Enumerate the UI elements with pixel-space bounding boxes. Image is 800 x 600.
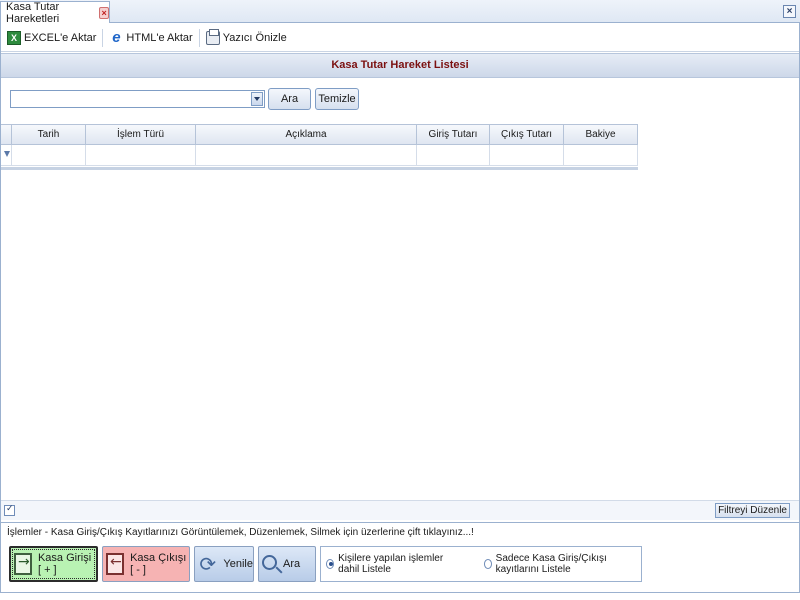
filter-cell-cash-out[interactable] [490,145,564,165]
chevron-down-icon[interactable] [251,92,263,106]
list-title: Kasa Tutar Hareket Listesi [1,53,799,78]
grid-header: Tarih İşlem Türü Açıklama Giriş Tutarı Ç… [1,124,638,145]
print-preview-button[interactable]: Yazıcı Önizle [200,27,293,49]
radio-include-persons-dot[interactable] [326,559,335,569]
filter-cell-cash-in[interactable] [417,145,490,165]
movements-grid: Tarih İşlem Türü Açıklama Giriş Tutarı Ç… [1,124,638,170]
search-action-button[interactable]: Ara [258,546,316,582]
export-html-button[interactable]: e HTML'e Aktar [103,27,198,49]
document-tab-title: Kasa Tutar Hareketleri [6,0,60,25]
export-html-label: HTML'e Aktar [126,31,193,44]
column-header-cash-in[interactable]: Giriş Tutarı [417,125,490,145]
filter-row-indicator [1,145,12,165]
cash-out-label: Kasa Çıkışı [ - ] [130,552,187,576]
grid-filter-row [1,145,638,166]
filter-enable-checkbox[interactable] [4,504,15,516]
printer-icon [205,28,220,45]
refresh-label: Yenile [223,558,253,570]
list-options-group: Kişilere yapılan işlemler dahil Listele … [320,546,642,582]
filter-cell-description[interactable] [196,145,417,165]
filter-cell-balance[interactable] [564,145,638,165]
info-text: İşlemler - Kasa Giriş/Çıkış Kayıtlarınız… [1,522,799,542]
search-row: Ara Temizle [1,79,799,119]
search-action-label: Ara [283,558,301,570]
action-bar: Kasa Girişi [ + ] Kasa Çıkışı [ - ] ⟳ Ye… [1,543,799,589]
cash-out-icon [106,553,125,575]
filter-bar: Filtreyi Düzenle [1,500,799,520]
edit-filter-button[interactable]: Filtreyi Düzenle [715,503,790,518]
column-header-description[interactable]: Açıklama [196,125,417,145]
internet-explorer-icon: e [112,28,121,46]
column-header-transaction-type[interactable]: İşlem Türü [86,125,196,145]
tab-close-icon[interactable]: × [99,6,109,19]
radio-include-persons[interactable]: Kişilere yapılan işlemler dahil Listele [326,553,462,575]
window-close-icon[interactable]: × [783,5,796,18]
radio-only-cash-label: Sadece Kasa Giriş/Çıkışı kayıtlarını Lis… [495,553,607,575]
magnifier-icon [262,554,277,570]
export-excel-label: EXCEL'e Aktar [24,31,97,44]
cash-in-icon [14,553,32,575]
radio-only-cash-dot[interactable] [483,559,492,569]
refresh-icon: ⟳ [199,552,217,576]
grid-indicator-column [1,125,12,145]
excel-icon: X [7,30,21,45]
column-header-balance[interactable]: Bakiye [564,125,638,145]
search-combobox[interactable] [10,90,265,108]
filter-icon [4,151,10,157]
frame-bottom [0,592,800,593]
radio-only-cash[interactable]: Sadece Kasa Giriş/Çıkışı kayıtlarını Lis… [483,553,641,575]
document-tab-strip: Kasa Tutar Hareketleri × × [0,0,800,25]
cash-in-button[interactable]: Kasa Girişi [ + ] [9,546,98,582]
print-preview-label: Yazıcı Önizle [222,31,287,44]
document-tab[interactable]: Kasa Tutar Hareketleri × [0,0,110,25]
grid-footer-line [1,167,638,170]
filter-cell-transaction-type[interactable] [86,145,196,165]
radio-include-persons-label: Kişilere yapılan işlemler dahil Listele [338,553,444,575]
refresh-button[interactable]: ⟳ Yenile [194,546,254,582]
filter-cell-date[interactable] [12,145,86,165]
cash-in-label: Kasa Girişi [ + ] [37,552,92,576]
cash-out-button[interactable]: Kasa Çıkışı [ - ] [102,546,190,582]
column-header-cash-out[interactable]: Çıkış Tutarı [490,125,564,145]
search-button[interactable]: Ara [268,88,311,110]
export-excel-button[interactable]: X EXCEL'e Aktar [1,27,102,49]
column-header-date[interactable]: Tarih [12,125,86,145]
clear-button[interactable]: Temizle [315,88,359,110]
toolbar: X EXCEL'e Aktar e HTML'e Aktar Yazıcı Ön… [1,24,799,52]
